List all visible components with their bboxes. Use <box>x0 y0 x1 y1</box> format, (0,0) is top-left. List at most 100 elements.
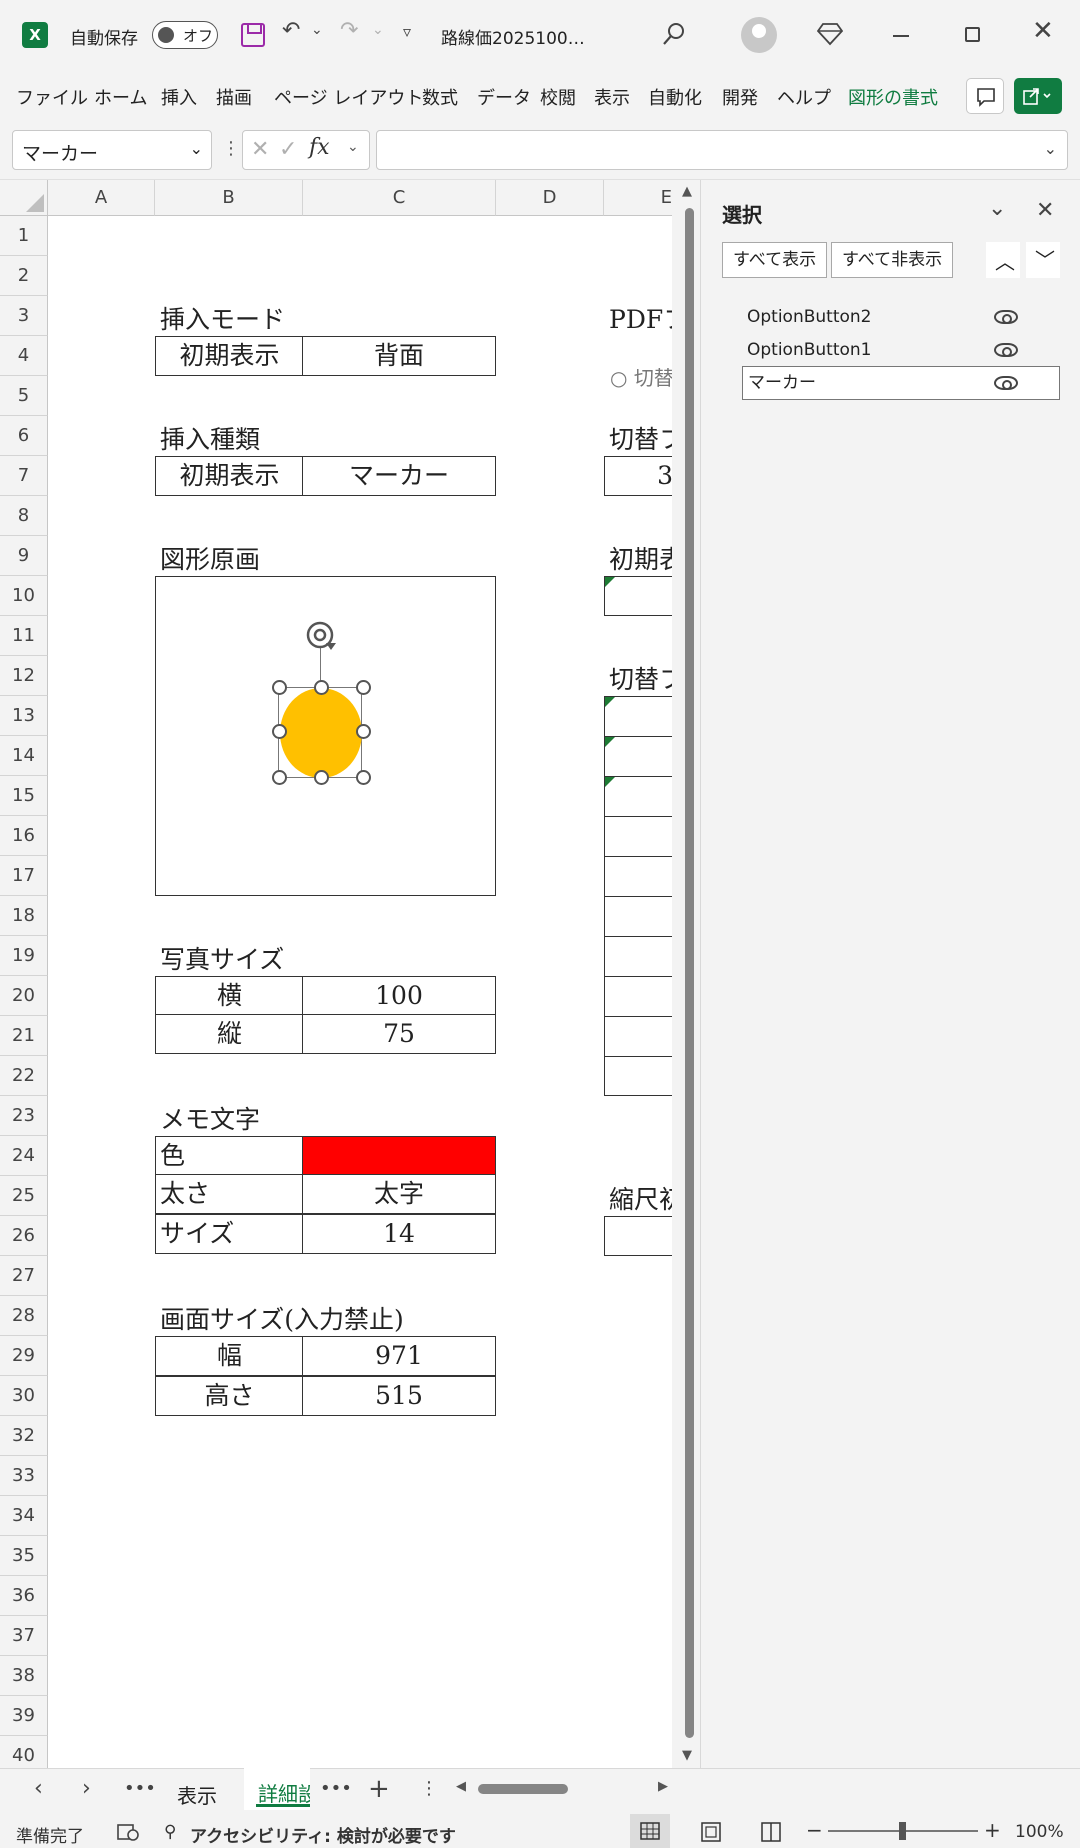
sheet-options-icon[interactable]: ⋮ <box>420 1778 438 1799</box>
row-header-17[interactable]: 17 <box>0 856 48 896</box>
marker-shape[interactable] <box>280 688 362 778</box>
tab-draw[interactable]: 描画 <box>216 84 252 110</box>
row-header-5[interactable]: 5 <box>0 376 48 416</box>
row-header-20[interactable]: 20 <box>0 976 48 1016</box>
rotate-handle-icon[interactable] <box>304 619 340 653</box>
row-header-12[interactable]: 12 <box>0 656 48 696</box>
zoom-in-button[interactable]: + <box>984 1818 1001 1842</box>
more-tabs-icon[interactable]: ••• <box>320 1778 352 1799</box>
photo-height-label[interactable]: 縦 <box>155 1014 304 1054</box>
row-header-22[interactable]: 22 <box>0 1056 48 1096</box>
row-header-32[interactable]: 32 <box>0 1416 48 1456</box>
column-header-e[interactable]: E <box>604 180 672 216</box>
hide-all-button[interactable]: すべて非表示 <box>831 242 954 278</box>
restore-icon[interactable] <box>965 27 980 42</box>
row-header-35[interactable]: 35 <box>0 1536 48 1576</box>
switch-list-row[interactable] <box>605 897 672 937</box>
memo-color-label[interactable]: 色 <box>155 1136 304 1176</box>
tab-developer[interactable]: 開発 <box>722 84 758 110</box>
row-header-37[interactable]: 37 <box>0 1616 48 1656</box>
sheet-tab-detail-settings[interactable]: 詳細設 <box>244 1768 310 1810</box>
tab-review[interactable]: 校閲 <box>540 84 576 110</box>
row-header-30[interactable]: 30 <box>0 1376 48 1416</box>
row-header-11[interactable]: 11 <box>0 616 48 656</box>
insert-type-label[interactable]: 初期表示 <box>155 456 304 496</box>
redo-icon[interactable]: ↷ <box>340 18 358 43</box>
tab-view[interactable]: 表示 <box>594 84 630 110</box>
pane-options-chevron-icon[interactable]: ⌄ <box>988 196 1006 221</box>
row-header-10[interactable]: 10 <box>0 576 48 616</box>
customize-toolbar-icon[interactable]: ▿ <box>403 22 411 41</box>
row-header-28[interactable]: 28 <box>0 1296 48 1336</box>
cancel-icon[interactable]: ✕ <box>251 137 269 162</box>
row-header-1[interactable]: 1 <box>0 216 48 256</box>
select-all-corner[interactable] <box>0 180 48 216</box>
switch-radio-button[interactable]: ○ 切替 <box>610 362 672 391</box>
row-header-14[interactable]: 14 <box>0 736 48 776</box>
row-header-8[interactable]: 8 <box>0 496 48 536</box>
row-header-39[interactable]: 39 <box>0 1696 48 1736</box>
tab-file[interactable]: ファイル <box>16 84 88 110</box>
row-header-23[interactable]: 23 <box>0 1096 48 1136</box>
redo-dropdown-icon[interactable]: ⌄ <box>372 22 384 38</box>
tab-automate[interactable]: 自動化 <box>648 84 702 110</box>
formula-input[interactable]: ⌄ <box>376 130 1068 170</box>
memo-weight-label[interactable]: 太さ <box>155 1174 304 1214</box>
minimize-icon[interactable] <box>893 35 909 37</box>
scroll-left-icon[interactable]: ◀ <box>456 1779 466 1794</box>
row-header-16[interactable]: 16 <box>0 816 48 856</box>
zoom-slider-thumb[interactable] <box>899 1822 906 1840</box>
switch-value-cell[interactable]: 3 <box>604 456 672 496</box>
visibility-eye-icon[interactable] <box>994 376 1018 390</box>
enter-icon[interactable]: ✓ <box>279 137 297 162</box>
close-window-icon[interactable]: ✕ <box>1032 16 1054 46</box>
tab-help[interactable]: ヘルプ <box>777 84 831 110</box>
column-header-d[interactable]: D <box>496 180 604 216</box>
row-header-36[interactable]: 36 <box>0 1576 48 1616</box>
visibility-eye-icon[interactable] <box>994 343 1018 357</box>
scroll-up-icon[interactable]: ▲ <box>682 184 692 199</box>
row-header-26[interactable]: 26 <box>0 1216 48 1256</box>
tab-home[interactable]: ホーム <box>94 84 147 110</box>
tab-formulas[interactable]: 数式 <box>422 84 458 110</box>
user-avatar[interactable] <box>741 17 777 53</box>
switch-list-row[interactable] <box>605 937 672 977</box>
switch-list-row[interactable] <box>605 777 672 817</box>
macro-record-icon[interactable] <box>116 1822 140 1842</box>
accessibility-status[interactable]: アクセシビリティ: 検討が必要です <box>190 1822 456 1847</box>
new-sheet-button[interactable]: + <box>368 1774 390 1804</box>
autosave-toggle[interactable]: オフ <box>152 21 218 49</box>
column-header-a[interactable]: A <box>48 180 155 216</box>
vertical-scroll-thumb[interactable] <box>685 208 694 1738</box>
save-icon[interactable] <box>241 23 265 47</box>
more-options-icon[interactable]: ⋮ <box>222 138 240 159</box>
row-header-2[interactable]: 2 <box>0 256 48 296</box>
insert-function-button[interactable]: fx <box>309 135 330 160</box>
premium-diamond-icon[interactable] <box>817 22 843 46</box>
column-header-c[interactable]: C <box>303 180 496 216</box>
zoom-out-button[interactable]: − <box>806 1818 823 1842</box>
resize-handle-ne[interactable] <box>356 680 371 695</box>
photo-width-value[interactable]: 100 <box>302 976 496 1016</box>
horizontal-scrollbar[interactable]: ◀ ▶ <box>452 1778 676 1800</box>
row-header-33[interactable]: 33 <box>0 1456 48 1496</box>
show-all-button[interactable]: すべて表示 <box>722 242 828 278</box>
row-header-3[interactable]: 3 <box>0 296 48 336</box>
row-header-6[interactable]: 6 <box>0 416 48 456</box>
photo-height-value[interactable]: 75 <box>302 1014 496 1054</box>
pane-close-icon[interactable]: ✕ <box>1036 198 1054 223</box>
share-button[interactable] <box>1014 78 1062 114</box>
resize-handle-sw[interactable] <box>272 770 287 785</box>
row-header-7[interactable]: 7 <box>0 456 48 496</box>
row-header-38[interactable]: 38 <box>0 1656 48 1696</box>
bring-forward-button[interactable]: ︿ <box>986 242 1020 278</box>
comments-button[interactable] <box>966 78 1004 114</box>
column-header-b[interactable]: B <box>155 180 303 216</box>
previous-sheet-icon[interactable]: ‹ <box>34 1776 43 1801</box>
switch-list-row[interactable] <box>605 697 672 737</box>
switch-list-row[interactable] <box>605 737 672 777</box>
scale-value-cell[interactable] <box>604 1216 672 1256</box>
row-header-9[interactable]: 9 <box>0 536 48 576</box>
row-header-25[interactable]: 25 <box>0 1176 48 1216</box>
scroll-right-icon[interactable]: ▶ <box>658 1779 668 1794</box>
